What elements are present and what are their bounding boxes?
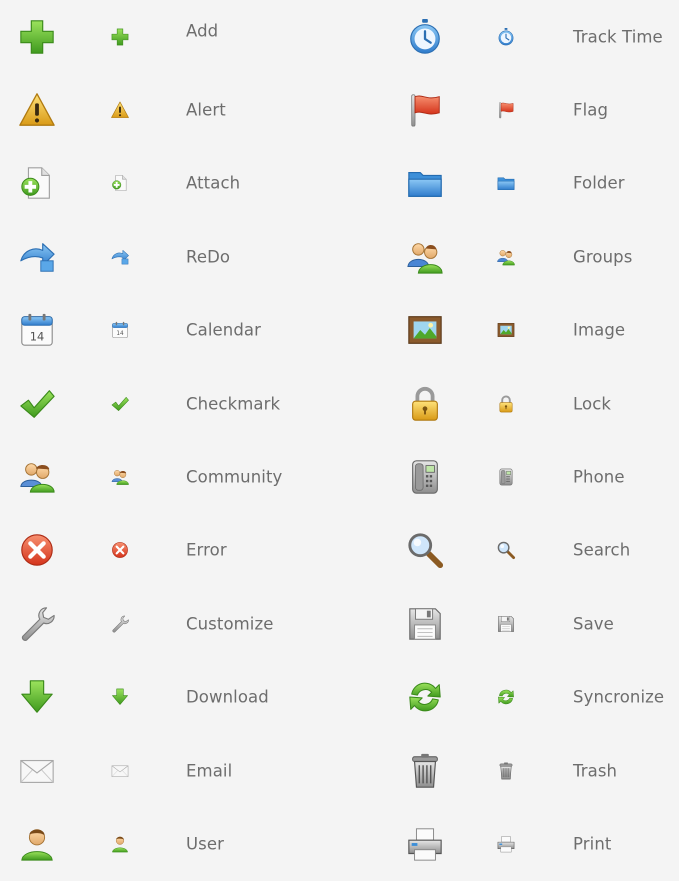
icon-row-customize: Customize [0, 587, 340, 660]
icon-label-add: Add [186, 21, 219, 41]
attach-icon-small [111, 174, 130, 193]
icon-row-add: Add [0, 0, 340, 73]
icon-row-save: Save [386, 587, 679, 660]
search-icon-large [406, 531, 444, 569]
icon-label-calendar: Calendar [186, 320, 261, 340]
add-icon-small [111, 27, 130, 46]
icon-label-groups: Groups [573, 247, 633, 267]
icon-row-attach: Attach [0, 147, 340, 220]
icon-row-community: Community [0, 440, 340, 513]
icon-row-groups: Groups [386, 220, 679, 293]
user-icon-large [18, 825, 56, 863]
print-icon-large [406, 825, 444, 863]
email-icon-small [111, 761, 130, 780]
groups-icon-large [406, 238, 444, 276]
checkmark-icon-small [111, 394, 130, 413]
icon-label-redo: ReDo [186, 247, 231, 267]
track-time-icon-small [497, 27, 516, 46]
icon-row-print: Print [386, 807, 679, 880]
alert-icon-large [18, 91, 56, 129]
redo-icon-large [18, 238, 56, 276]
redo-icon-small [111, 247, 130, 266]
save-icon-small [497, 614, 516, 633]
icon-row-download: Download [0, 661, 340, 734]
icon-label-lock: Lock [573, 394, 612, 414]
customize-icon-large [18, 605, 56, 643]
calendar-icon-small [111, 321, 130, 340]
icon-label-print: Print [573, 834, 612, 854]
download-icon-large [18, 678, 56, 716]
icon-label-trash: Trash [573, 761, 618, 781]
image-icon-large [406, 311, 444, 349]
icon-row-error: Error [0, 514, 340, 587]
lock-icon-large [406, 385, 444, 423]
icon-label-syncronize: Syncronize [573, 687, 665, 707]
icon-row-email: Email [0, 734, 340, 807]
user-icon-small [111, 834, 130, 853]
icon-row-folder: Folder [386, 147, 679, 220]
search-icon-small [497, 541, 516, 560]
icon-row-flag: Flag [386, 73, 679, 146]
calendar-icon-large [18, 311, 56, 349]
icon-row-redo: ReDo [0, 220, 340, 293]
print-icon-small [497, 834, 516, 853]
icon-row-phone: Phone [386, 440, 679, 513]
icon-label-community: Community [186, 467, 283, 487]
attach-icon-large [18, 164, 56, 202]
icon-label-alert: Alert [186, 100, 226, 120]
groups-icon-small [497, 247, 516, 266]
icon-label-email: Email [186, 761, 233, 781]
flag-icon-small [497, 101, 516, 120]
customize-icon-small [111, 614, 130, 633]
add-icon-large [18, 18, 56, 56]
folder-icon-small [497, 174, 516, 193]
icon-label-phone: Phone [573, 467, 625, 487]
community-icon-small [111, 468, 130, 487]
trash-icon-small [497, 761, 516, 780]
icon-row-alert: Alert [0, 73, 340, 146]
icon-row-track-time: Track Time [386, 0, 679, 73]
icon-label-folder: Folder [573, 173, 625, 193]
icon-label-download: Download [186, 687, 269, 707]
track-time-icon-large [406, 18, 444, 56]
icon-row-trash: Trash [386, 734, 679, 807]
icon-catalog: Add Alert Attach ReDo Calendar Checkmark [0, 0, 679, 848]
icon-label-user: User [186, 834, 225, 854]
icon-row-calendar: Calendar [0, 294, 340, 367]
right-column: Track Time Flag Folder Groups Image Lock [386, 0, 679, 881]
left-column: Add Alert Attach ReDo Calendar Checkmark [0, 0, 340, 881]
alert-icon-small [111, 101, 130, 120]
error-icon-small [111, 541, 130, 560]
icon-row-lock: Lock [386, 367, 679, 440]
folder-icon-large [406, 164, 444, 202]
icon-label-checkmark: Checkmark [186, 394, 281, 414]
phone-icon-large [406, 458, 444, 496]
icon-row-search: Search [386, 514, 679, 587]
icon-label-error: Error [186, 540, 227, 560]
trash-icon-large [406, 752, 444, 790]
syncronize-icon-small [497, 688, 516, 707]
error-icon-large [18, 531, 56, 569]
save-icon-large [406, 605, 444, 643]
icon-row-user: User [0, 807, 340, 880]
flag-icon-large [406, 91, 444, 129]
icon-label-save: Save [573, 614, 614, 634]
icon-label-track-time: Track Time [573, 27, 663, 47]
icon-row-checkmark: Checkmark [0, 367, 340, 440]
lock-icon-small [497, 394, 516, 413]
icon-row-image: Image [386, 294, 679, 367]
download-icon-small [111, 688, 130, 707]
checkmark-icon-large [18, 385, 56, 423]
icon-label-flag: Flag [573, 100, 609, 120]
icon-row-syncronize: Syncronize [386, 661, 679, 734]
image-icon-small [497, 321, 516, 340]
phone-icon-small [497, 468, 516, 487]
email-icon-large [18, 752, 56, 790]
icon-label-attach: Attach [186, 173, 241, 193]
icon-label-search: Search [573, 540, 631, 560]
syncronize-icon-large [406, 678, 444, 716]
icon-label-image: Image [573, 320, 626, 340]
icon-label-customize: Customize [186, 614, 274, 634]
community-icon-large [18, 458, 56, 496]
